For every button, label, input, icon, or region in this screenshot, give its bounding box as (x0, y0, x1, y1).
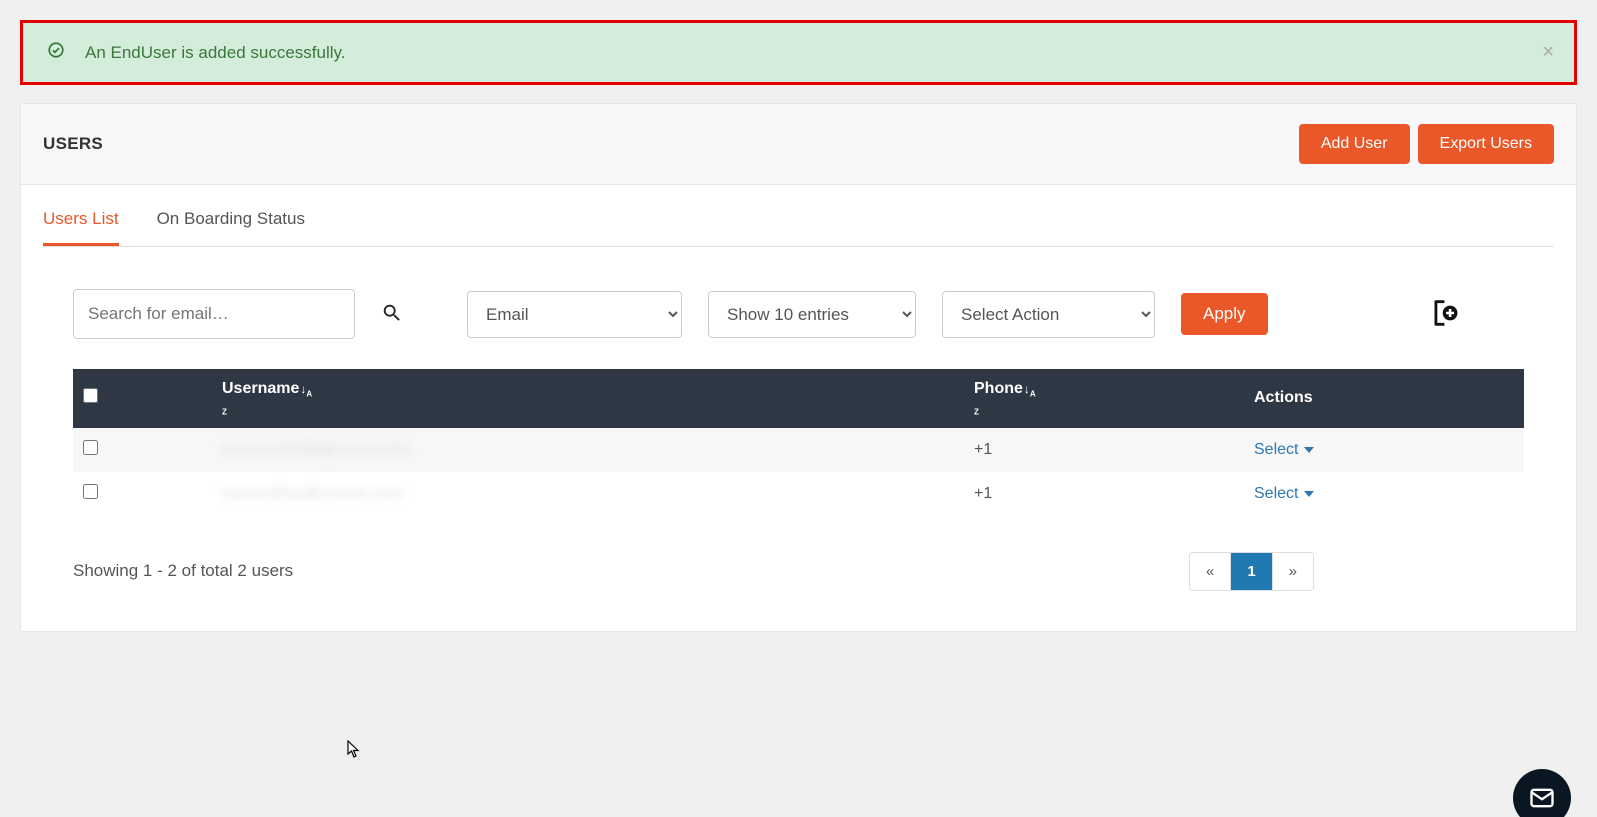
alert-close-icon[interactable]: × (1542, 41, 1554, 64)
header-phone-label: Phone (974, 380, 1023, 397)
alert-message: An EndUser is added successfully. (85, 43, 345, 63)
caret-down-icon (1304, 491, 1314, 497)
header-phone[interactable]: Phone↓AZ (964, 369, 1244, 428)
tab-onboarding-status[interactable]: On Boarding Status (157, 195, 305, 246)
search-input[interactable] (73, 289, 355, 339)
row-action-select[interactable]: Select (1254, 485, 1314, 503)
row-action-select[interactable]: Select (1254, 441, 1314, 459)
bulk-action-select[interactable]: Select Action (942, 291, 1155, 338)
tabs: Users List On Boarding Status (43, 185, 1554, 247)
success-alert: An EndUser is added successfully. × (20, 20, 1577, 85)
add-column-icon[interactable] (1426, 296, 1460, 333)
search-icon[interactable] (381, 302, 403, 327)
row-action-label: Select (1254, 441, 1298, 459)
username-cell: sxxxxx3hxu@xxxxxx.com (222, 485, 404, 502)
row-checkbox[interactable] (83, 440, 98, 455)
table-header-row: Username↓AZ Phone↓AZ Actions (73, 369, 1524, 428)
page-prev[interactable]: « (1190, 553, 1230, 590)
phone-cell: +1 (964, 428, 1244, 472)
table-row: mxxxxxx2039@xxxxx.com +1 Select (73, 428, 1524, 472)
select-all-checkbox[interactable] (83, 388, 98, 403)
table-footer: Showing 1 - 2 of total 2 users « 1 » (43, 516, 1554, 609)
header-username[interactable]: Username↓AZ (117, 369, 964, 428)
tab-users-list[interactable]: Users List (43, 195, 119, 246)
row-action-label: Select (1254, 485, 1298, 503)
entries-select[interactable]: Show 10 entries (708, 291, 916, 338)
row-checkbox[interactable] (83, 484, 98, 499)
users-card: USERS Add User Export Users Users List O… (20, 103, 1577, 632)
header-actions: Actions (1244, 369, 1524, 428)
filter-by-select[interactable]: Email (467, 291, 682, 338)
users-table-wrap: Username↓AZ Phone↓AZ Actions mxxxxxx2039… (43, 369, 1554, 516)
showing-text: Showing 1 - 2 of total 2 users (73, 561, 293, 581)
header-actions: Add User Export Users (1299, 124, 1554, 164)
header-username-label: Username (222, 380, 299, 397)
header-checkbox-cell (73, 369, 117, 428)
phone-cell: +1 (964, 472, 1244, 516)
page-title: USERS (43, 134, 103, 154)
card-header: USERS Add User Export Users (21, 104, 1576, 185)
page-next[interactable]: » (1272, 553, 1313, 590)
apply-button[interactable]: Apply (1181, 293, 1268, 335)
page-1[interactable]: 1 (1230, 553, 1271, 590)
table-row: sxxxxx3hxu@xxxxxx.com +1 Select (73, 472, 1524, 516)
username-cell: mxxxxxx2039@xxxxx.com (222, 441, 410, 458)
header-actions-label: Actions (1254, 389, 1313, 406)
cursor-icon (347, 740, 361, 763)
users-table: Username↓AZ Phone↓AZ Actions mxxxxxx2039… (73, 369, 1524, 516)
add-user-button[interactable]: Add User (1299, 124, 1410, 164)
card-body: Users List On Boarding Status Email Show… (21, 185, 1576, 631)
chat-fab[interactable] (1513, 769, 1571, 817)
filters-row: Email Show 10 entries Select Action Appl… (43, 247, 1554, 369)
caret-down-icon (1304, 447, 1314, 453)
pagination: « 1 » (1189, 552, 1314, 591)
export-users-button[interactable]: Export Users (1418, 124, 1554, 164)
check-circle-icon (47, 41, 65, 64)
